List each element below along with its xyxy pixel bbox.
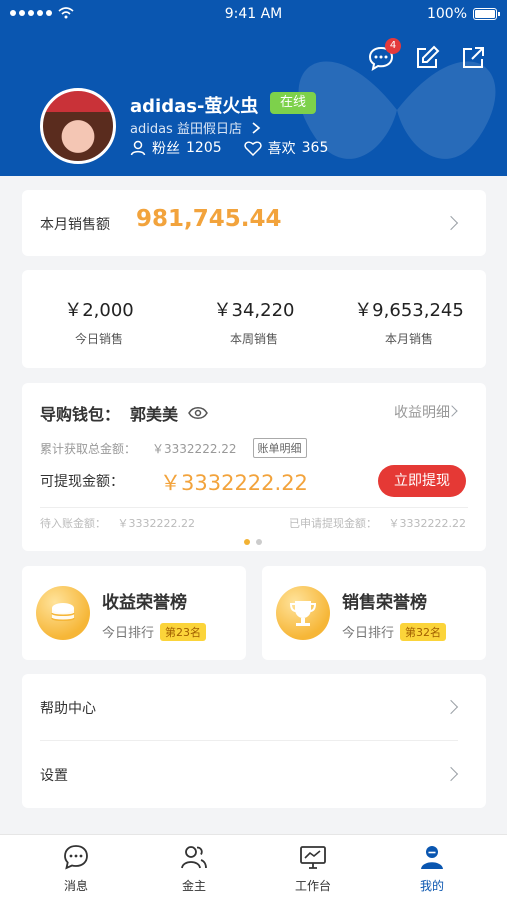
ranking-title: 收益荣誉榜: [102, 593, 187, 613]
chevron-right-icon: [443, 215, 459, 231]
online-status-badge: 在线: [270, 92, 317, 114]
ranking-sub: 今日排行: [342, 626, 395, 641]
summary-value: ￥34,220: [213, 300, 295, 321]
withdraw-button[interactable]: 立即提现: [378, 465, 466, 497]
heart-icon: [243, 141, 262, 156]
chevron-right-icon: [252, 121, 261, 134]
summary-value: ￥2,000: [64, 300, 134, 321]
tab-workbench[interactable]: 工作台: [273, 843, 353, 894]
fans-count: 1205: [186, 140, 222, 156]
sales-ranking-card[interactable]: 销售荣誉榜 今日排行 第32名: [262, 566, 486, 660]
pending-label: 待入账金额：: [40, 517, 106, 530]
available-value: ￥3332222.22: [160, 471, 308, 495]
wallet-title: 导购钱包：: [40, 405, 121, 424]
applied-amount: 已申请提现金额： ￥3332222.22: [289, 515, 466, 531]
eye-icon[interactable]: [188, 406, 208, 420]
pending-amount: 待入账金额： ￥3332222.22: [40, 515, 195, 531]
person-icon: [421, 846, 443, 869]
pending-value: ￥3332222.22: [117, 517, 195, 530]
monthly-sales-label: 本月销售额: [40, 217, 110, 233]
applied-value: ￥3332222.22: [388, 517, 466, 530]
total-label: 累计获取总金额：: [40, 441, 137, 456]
menu-list: 帮助中心 设置: [22, 674, 486, 808]
tab-mine[interactable]: 我的: [392, 843, 472, 894]
summary-label: 今日销售: [74, 332, 123, 346]
income-ranking-card[interactable]: 收益荣誉榜 今日排行 第23名: [22, 566, 246, 660]
users-icon: [181, 846, 207, 869]
bottom-tab-bar: 消息 金主 工作台 我的: [0, 834, 507, 900]
trophy-icon: [276, 586, 330, 640]
edit-button[interactable]: [413, 44, 441, 72]
profile-name: adidas-萤火虫: [130, 96, 259, 117]
battery-percent: 100%: [426, 6, 467, 22]
income-detail-link[interactable]: 收益明细: [394, 402, 450, 422]
tab-label: 我的: [419, 879, 444, 893]
page-dot-active: [244, 539, 250, 545]
summary-month: ￥9,653,245 本月销售: [332, 296, 486, 347]
available-label: 可提现金额：: [40, 474, 124, 490]
likes-stat[interactable]: 喜欢 365: [243, 138, 329, 158]
wallet-owner: 郭美美: [130, 405, 179, 424]
ranking-position-badge: 第32名: [400, 622, 447, 641]
ranking-title: 销售荣誉榜: [342, 593, 427, 613]
user-icon: [130, 140, 146, 156]
applied-label: 已申请提现金额：: [289, 517, 378, 530]
bill-detail-link[interactable]: 账单明细: [252, 438, 307, 458]
divider: [40, 507, 468, 508]
chat-icon: [64, 845, 88, 870]
tab-label: 消息: [63, 879, 88, 893]
page-indicator[interactable]: [244, 539, 262, 545]
tab-messages[interactable]: 消息: [36, 843, 116, 894]
message-badge: 4: [385, 38, 401, 54]
help-center-item[interactable]: 帮助中心: [22, 674, 486, 741]
summary-label: 本月销售: [384, 332, 433, 346]
sales-summary-card: ￥2,000 今日销售 ￥34,220 本周销售 ￥9,653,245 本月销售: [22, 270, 486, 368]
wallet-card: 导购钱包： 郭美美 收益明细 累计获取总金额： ￥3332222.22 账单明细…: [22, 383, 486, 551]
store-name: adidas 益田假日店: [130, 122, 242, 137]
chevron-right-icon: [443, 766, 459, 782]
summary-label: 本周销售: [229, 332, 278, 346]
summary-week: ￥34,220 本周销售: [177, 296, 331, 347]
ranking-sub: 今日排行: [102, 626, 155, 641]
edit-icon: [417, 45, 440, 68]
monitor-icon: [300, 846, 326, 869]
message-button[interactable]: 4: [367, 38, 401, 72]
store-link[interactable]: adidas 益田假日店: [130, 118, 262, 137]
page-dot: [256, 539, 262, 545]
settings-item[interactable]: 设置: [22, 741, 486, 807]
ranking-position-badge: 第23名: [160, 622, 207, 641]
tab-label: 金主: [181, 879, 206, 893]
menu-label: 设置: [40, 768, 68, 784]
menu-label: 帮助中心: [40, 701, 96, 717]
coins-icon: [36, 586, 90, 640]
likes-count: 365: [301, 140, 329, 156]
summary-today: ￥2,000 今日销售: [22, 296, 176, 347]
monthly-sales-card[interactable]: 本月销售额 981,745.44: [22, 190, 486, 256]
monthly-sales-value: 981,745.44: [136, 206, 282, 232]
share-button[interactable]: [459, 44, 487, 72]
likes-label: 喜欢: [267, 141, 296, 157]
summary-value: ￥9,653,245: [354, 300, 464, 321]
battery-icon: [473, 8, 500, 20]
avatar[interactable]: [40, 88, 116, 164]
fans-label: 粉丝: [152, 141, 180, 157]
share-icon: [463, 47, 484, 68]
tab-sponsors[interactable]: 金主: [154, 843, 234, 894]
profile-header: 9:41 AM 100% 4 adidas-萤火虫 在线 adidas 益田假日…: [0, 0, 507, 176]
tab-label: 工作台: [294, 879, 331, 893]
fans-stat[interactable]: 粉丝 1205: [130, 138, 222, 158]
chevron-right-icon: [443, 699, 459, 715]
total-value: ￥3332222.22: [152, 441, 237, 456]
status-bar: 9:41 AM 100%: [0, 0, 507, 30]
